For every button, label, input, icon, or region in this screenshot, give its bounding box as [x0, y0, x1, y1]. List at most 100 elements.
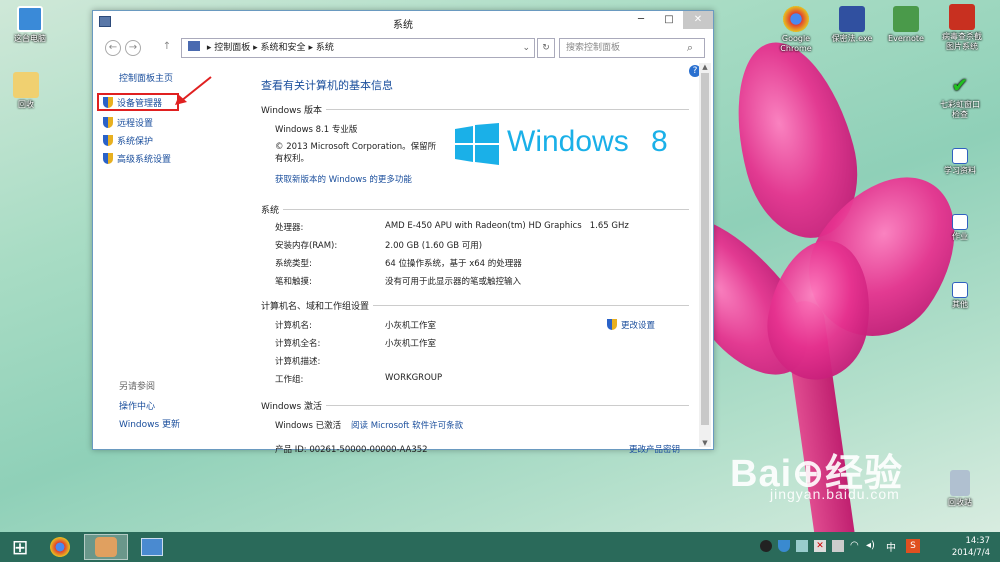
search-input[interactable]: 搜索控制面板: [559, 38, 705, 58]
desktop-icon-folder[interactable]: 回收: [0, 72, 56, 110]
taskbar-app[interactable]: [84, 534, 128, 560]
change-product-key-link[interactable]: 更改产品密钥: [629, 443, 680, 455]
activation-status: Windows 已激活: [275, 421, 342, 431]
system-protection-link[interactable]: 系统保护: [103, 135, 153, 148]
address-bar: ← → ↑ ▸ 控制面板 ▸ 系统和安全 ▸ 系统 ⌄ ↻ 搜索控制面板 ⌕: [101, 37, 705, 59]
windows-update-link[interactable]: Windows 更新: [119, 419, 180, 431]
taskbar: ⊞ ✕ ◠ ◂) 中 S 14:37 2014/7/4: [0, 532, 1000, 562]
left-pane: 控制面板主页 设备管理器 远程设置 系统保护 高级系统设置 另请参阅 操作中心 …: [93, 63, 253, 449]
start-button[interactable]: ⊞: [6, 534, 34, 560]
window-title: 系统: [393, 20, 413, 31]
minimize-button[interactable]: ─: [627, 11, 655, 29]
main-content: 查看有关计算机的基本信息 ? Windows 版本 Windows 8.1 专业…: [259, 63, 701, 455]
annotation-arrow: [175, 76, 212, 105]
page-title: 查看有关计算机的基本信息: [261, 79, 393, 92]
desktop-icon-evernote[interactable]: Evernote: [876, 6, 936, 44]
windows-logo-version: 8: [651, 125, 668, 158]
title-bar[interactable]: 系统 ─ □ ✕: [93, 11, 713, 35]
flag-icon[interactable]: ✕: [814, 540, 826, 552]
chrome-icon: [783, 6, 809, 32]
back-button[interactable]: ←: [105, 40, 121, 56]
advanced-settings-link[interactable]: 高级系统设置: [103, 153, 171, 166]
chevron-down-icon[interactable]: ⌄: [522, 39, 530, 57]
taskbar-control-panel[interactable]: [130, 534, 174, 560]
control-panel-home-link[interactable]: 控制面板主页: [119, 73, 173, 85]
windows-logo-text: Windows: [507, 125, 629, 158]
crumb-system-security[interactable]: 系统和安全: [261, 43, 306, 53]
edition-value: Windows 8.1 专业版: [275, 125, 358, 135]
pen-touch-value: 没有可用于此显示器的笔或触控输入: [385, 277, 522, 287]
computer-name-value: 小灰机工作室: [385, 321, 437, 331]
watermark-url: jingyan.baidu.com: [770, 486, 900, 502]
desktop-icon-other[interactable]: 其他: [930, 282, 990, 310]
computer-icon: [17, 6, 43, 32]
full-name-value: 小灰机工作室: [385, 339, 437, 349]
more-features-link[interactable]: 获取新版本的 Windows 的更多功能: [275, 173, 412, 185]
shield-icon: [103, 135, 113, 146]
volume-icon[interactable]: ◂): [866, 540, 875, 551]
qq-icon[interactable]: [760, 540, 772, 552]
forward-button[interactable]: →: [125, 40, 141, 56]
checkmark-icon: ✔: [951, 73, 969, 97]
control-panel-icon: [188, 41, 200, 51]
shortcut-icon: [952, 148, 968, 164]
clock[interactable]: 14:37 2014/7/4: [940, 535, 990, 559]
desktop-icon-this-pc[interactable]: 这台电脑: [0, 6, 60, 44]
sogou-icon[interactable]: S: [906, 539, 920, 553]
shield-icon: [103, 153, 113, 164]
ram-value: 2.00 GB (1.60 GB 可用): [385, 241, 483, 251]
shortcut-icon: [952, 214, 968, 230]
scroll-down-arrow[interactable]: ▼: [699, 439, 711, 447]
clock-time: 14:37: [965, 536, 991, 546]
crumb-system[interactable]: 系统: [316, 43, 334, 53]
network-icon[interactable]: [796, 540, 808, 552]
action-center-link[interactable]: 操作中心: [119, 401, 155, 413]
scrollbar-thumb[interactable]: [701, 73, 709, 425]
shield-tray-icon[interactable]: [778, 540, 790, 552]
breadcrumb[interactable]: ▸ 控制面板 ▸ 系统和安全 ▸ 系统 ⌄: [181, 38, 535, 58]
computer-name-section: 计算机名、域和工作组设置: [261, 299, 689, 313]
desktop-icon-chrome[interactable]: Google Chrome: [766, 6, 826, 54]
tool-icon: [839, 6, 865, 32]
windows-flag-icon: [455, 123, 499, 165]
scroll-up-arrow[interactable]: ▲: [699, 63, 711, 71]
edition-section: Windows 版本: [261, 103, 689, 117]
system-section: 系统: [261, 203, 689, 217]
wifi-icon[interactable]: ◠: [850, 540, 859, 551]
change-settings-link[interactable]: 更改设置: [607, 319, 655, 331]
license-terms-link[interactable]: 阅读 Microsoft 软件许可条款: [351, 419, 463, 431]
app-icon: [949, 4, 975, 30]
system-window: 系统 ─ □ ✕ ← → ↑ ▸ 控制面板 ▸ 系统和安全 ▸ 系统 ⌄ ↻ 搜…: [92, 10, 714, 455]
ram-label: 安装内存(RAM):: [275, 241, 338, 251]
remote-settings-link[interactable]: 远程设置: [103, 117, 153, 130]
processor-value: AMD E-450 APU with Radeon(tm) HD Graphic…: [385, 221, 629, 231]
product-id: 产品 ID: 00261-50000-00000-AA352: [275, 445, 428, 455]
maximize-button[interactable]: □: [655, 11, 683, 29]
copyright-text: © 2013 Microsoft Corporation。保留所有权利。: [275, 142, 437, 164]
clock-date: 2014/7/4: [951, 548, 990, 558]
crumb-control-panel[interactable]: 控制面板: [214, 43, 250, 53]
folder-icon: [13, 72, 39, 98]
section-heading: 系统: [261, 203, 284, 216]
search-icon[interactable]: ⌕: [687, 41, 693, 55]
desktop-icon-app[interactable]: 病毒查杀截 图片系统: [932, 4, 992, 52]
display-icon[interactable]: [832, 540, 844, 552]
up-button[interactable]: ↑: [159, 40, 175, 56]
computer-name-label: 计算机名:: [275, 321, 312, 331]
desktop-icon-homework[interactable]: 作业: [930, 214, 990, 242]
device-manager-link[interactable]: 设备管理器: [103, 97, 162, 110]
desktop-icon-check[interactable]: ✔ 七彩虹窗口 检查: [930, 72, 990, 120]
ime-indicator[interactable]: 中: [886, 539, 896, 554]
evernote-icon: [893, 6, 919, 32]
vertical-scrollbar[interactable]: ▲ ▼: [699, 63, 711, 447]
full-name-label: 计算机全名:: [275, 339, 321, 349]
desktop-icon-exe[interactable]: 保密法.exe: [822, 6, 882, 44]
taskbar-chrome[interactable]: [38, 534, 82, 560]
crumb-sep: ▸: [253, 43, 261, 53]
recycle-bin-icon: [950, 470, 970, 496]
close-button[interactable]: ✕: [683, 11, 713, 29]
system-tray: ✕ ◠ ◂) 中 S: [760, 539, 930, 556]
refresh-button[interactable]: ↻: [537, 38, 555, 58]
system-type-label: 系统类型:: [275, 259, 312, 269]
desktop-icon-study[interactable]: 学习资料: [930, 148, 990, 176]
